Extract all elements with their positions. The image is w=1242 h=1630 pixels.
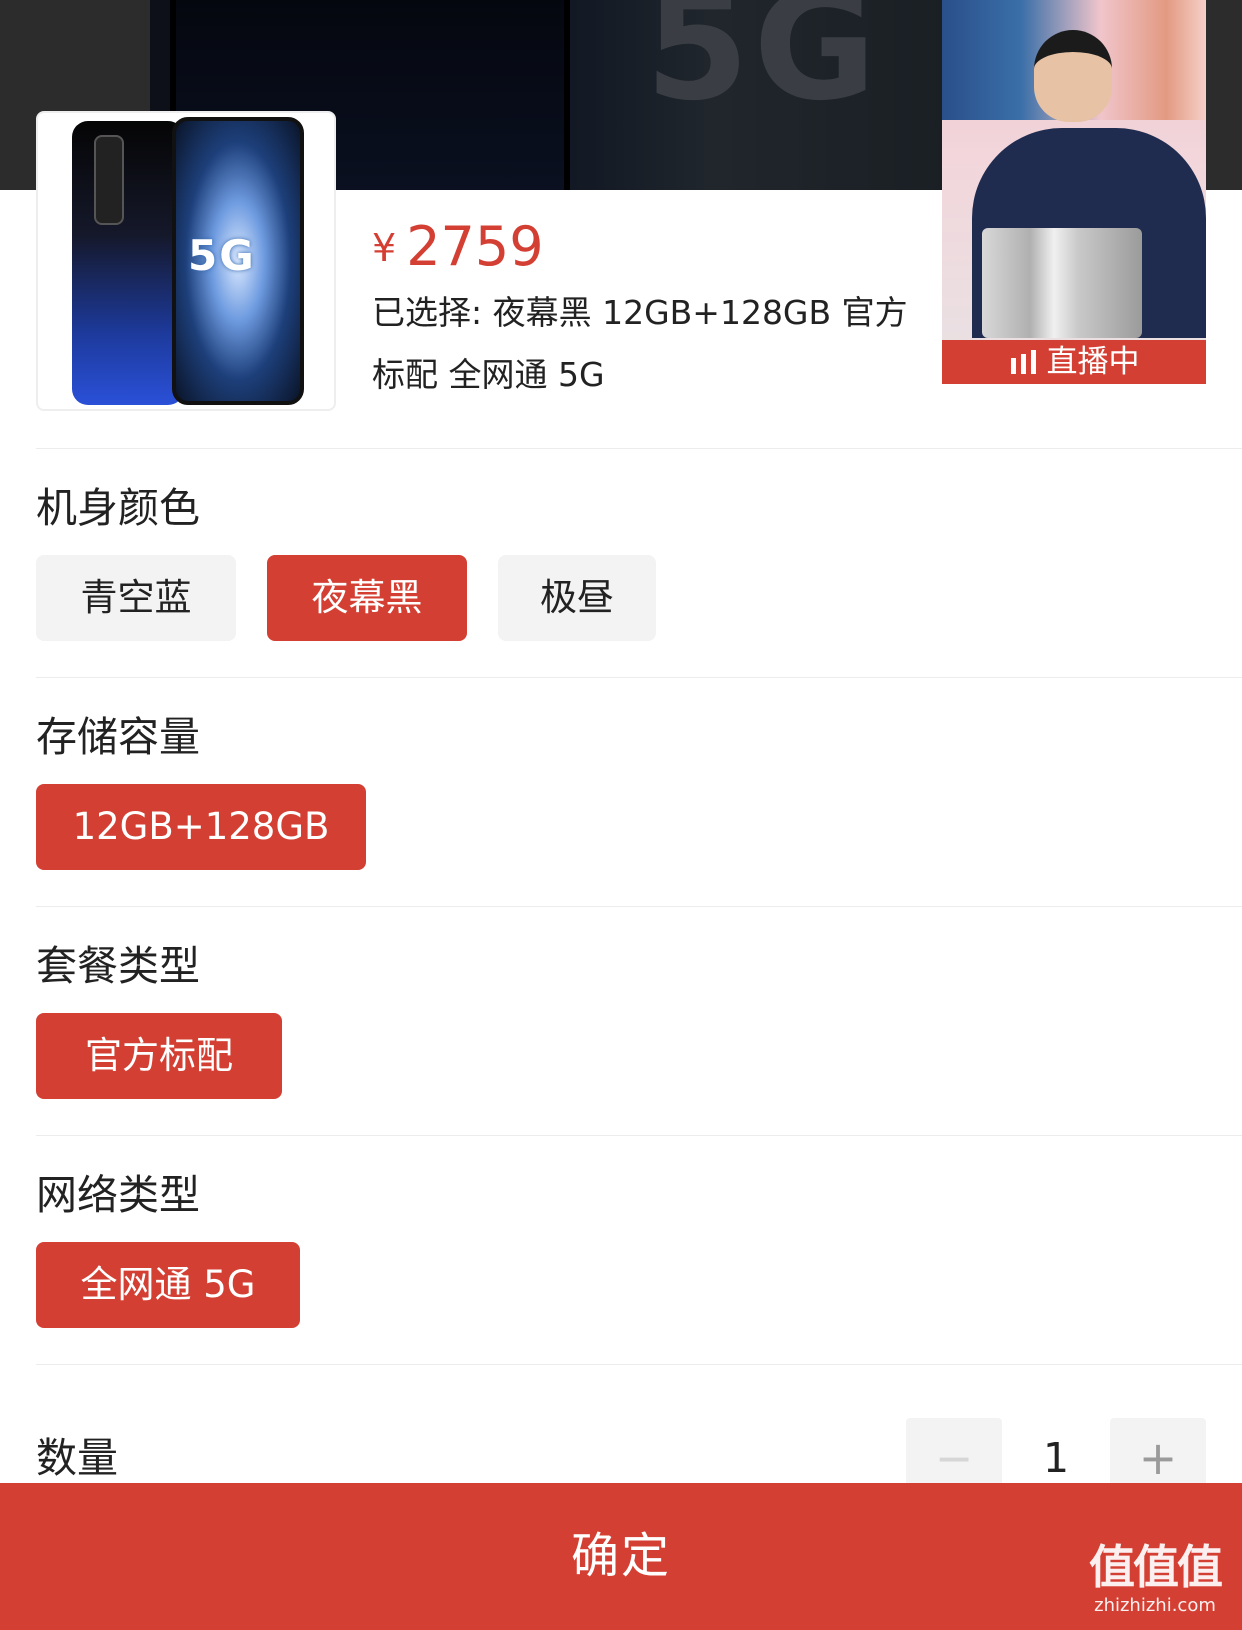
price-value: 2759 — [406, 215, 544, 278]
option-color-qingkonglan[interactable]: 青空蓝 — [36, 555, 236, 641]
divider — [36, 677, 1242, 678]
section-title-storage: 存储容量 — [36, 713, 200, 761]
product-price: ¥2759 — [372, 212, 544, 283]
section-title-package: 套餐类型 — [36, 942, 200, 990]
quantity-label: 数量 — [36, 1434, 118, 1482]
option-color-jizhou[interactable]: 极昼 — [498, 555, 656, 641]
camera-module-icon — [94, 135, 124, 225]
selected-summary: 已选择: 夜幕黑 12GB+128GB 官方标配 全网通 5G — [372, 293, 908, 394]
live-presenter-head — [1034, 30, 1112, 122]
option-color-yemuhei[interactable]: 夜幕黑 — [267, 555, 467, 641]
site-watermark: 值值值 zhizhizhi.com — [1080, 1540, 1230, 1618]
phone-back-image — [72, 121, 184, 405]
live-phones-image — [982, 228, 1142, 338]
divider — [36, 1135, 1242, 1136]
watermark-url: zhizhizhi.com — [1094, 1595, 1216, 1616]
option-storage-12gb-128gb[interactable]: 12GB+128GB — [36, 784, 366, 870]
banner-5g-text: 5G — [645, 0, 881, 134]
currency-symbol: ¥ — [372, 226, 397, 270]
section-title-network: 网络类型 — [36, 1171, 200, 1219]
option-package-official[interactable]: 官方标配 — [36, 1013, 282, 1099]
watermark-logo: 值值值 — [1089, 1540, 1223, 1594]
divider — [36, 906, 1242, 907]
confirm-button[interactable]: 确定 — [0, 1483, 1242, 1630]
divider — [36, 1364, 1242, 1365]
thumbnail-5g-text: 5G — [188, 231, 256, 280]
live-badge-label: 直播中 — [1046, 344, 1140, 380]
live-stream-window[interactable]: 直播中 — [942, 0, 1206, 384]
divider — [36, 448, 1242, 449]
product-thumbnail[interactable]: 5G — [36, 111, 336, 411]
live-badge: 直播中 — [942, 340, 1206, 384]
live-bars-icon — [1009, 350, 1039, 374]
section-title-color: 机身颜色 — [36, 484, 200, 532]
option-network-5g[interactable]: 全网通 5G — [36, 1242, 300, 1328]
